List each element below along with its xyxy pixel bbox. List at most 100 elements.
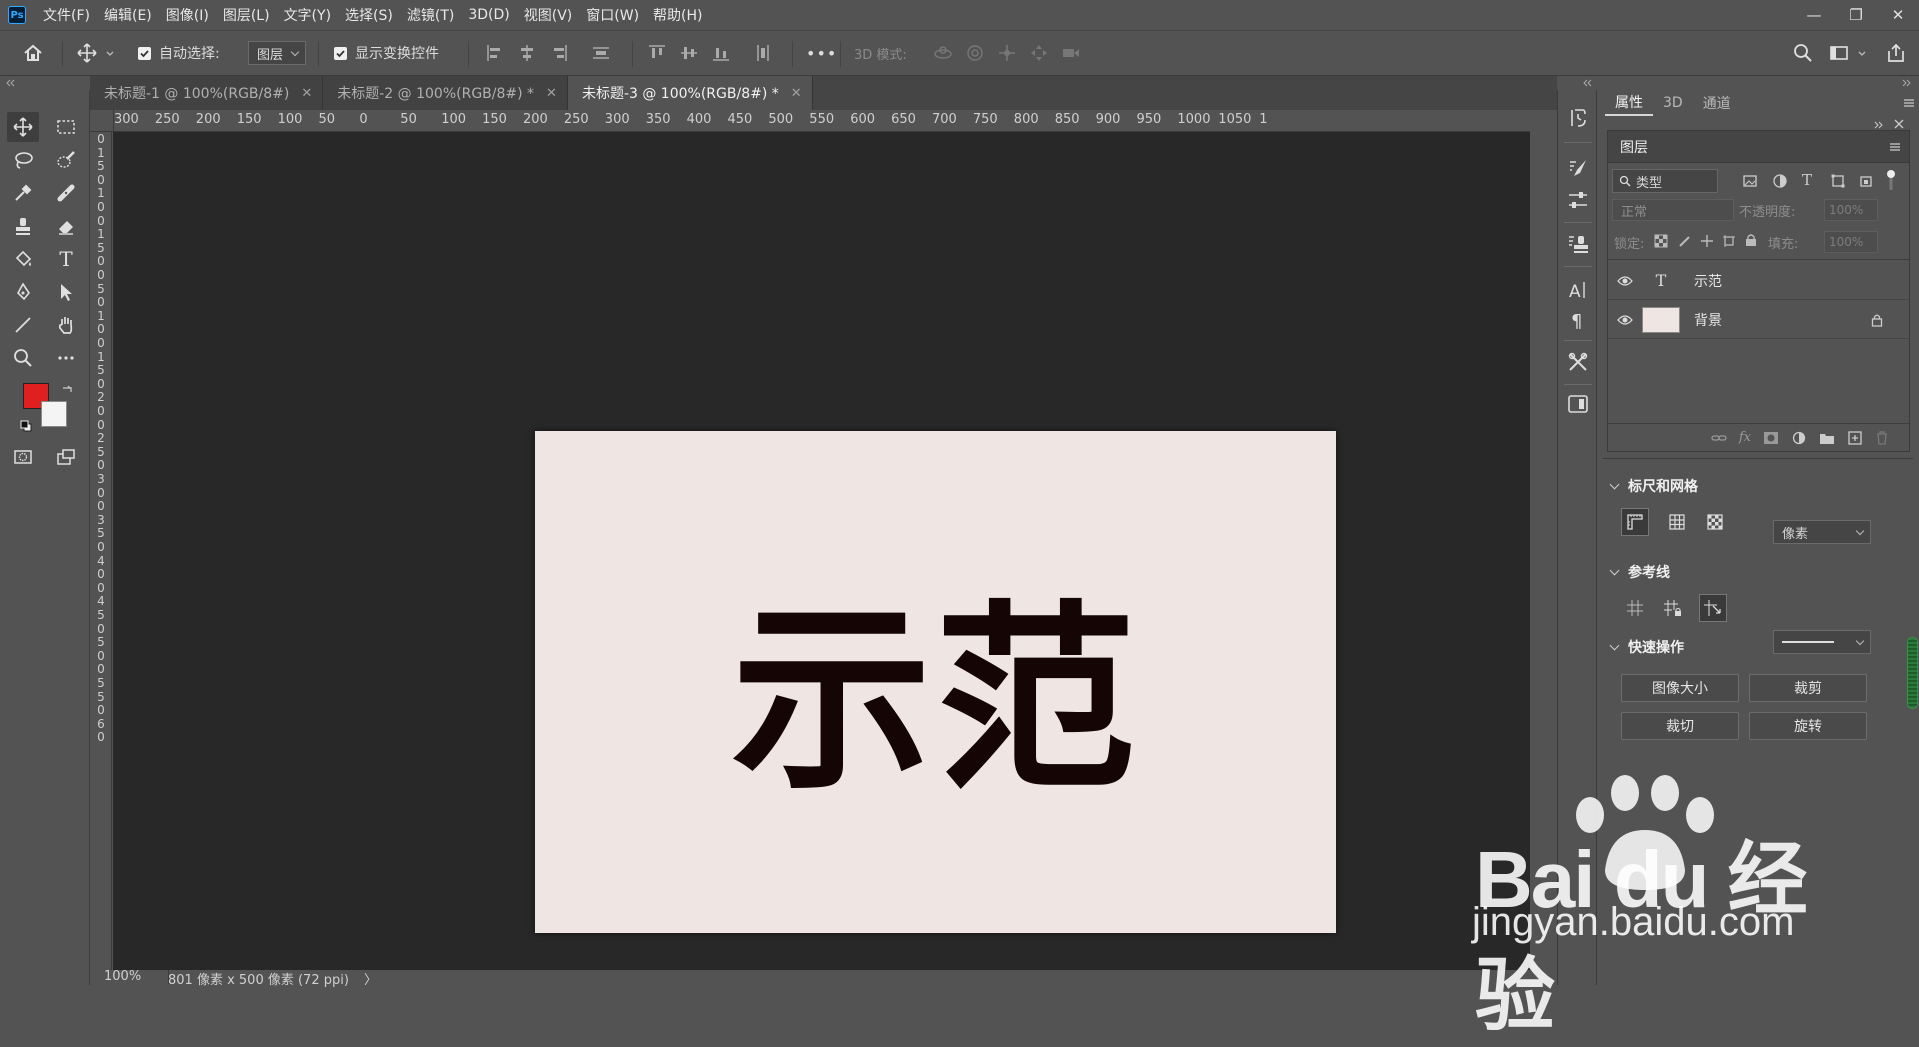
layer-row-background[interactable]: 背景 bbox=[1608, 301, 1909, 339]
menu-layer[interactable]: 图层(L) bbox=[216, 5, 277, 25]
menu-type[interactable]: 文字(Y) bbox=[277, 5, 338, 25]
filter-adjustment-icon[interactable] bbox=[1772, 173, 1788, 189]
hand-tool[interactable] bbox=[50, 310, 82, 340]
horizontal-ruler[interactable]: 300 250 200 150 100 50 0 50 100 150 200 250 300 350 40… bbox=[114, 110, 1530, 132]
close-icon[interactable]: ✕ bbox=[546, 86, 557, 101]
rotate-button[interactable]: 旋转 bbox=[1749, 712, 1867, 740]
libraries-icon[interactable] bbox=[1566, 392, 1590, 416]
tool-presets-icon[interactable] bbox=[1566, 350, 1590, 374]
new-group-icon[interactable] bbox=[1819, 431, 1835, 445]
lock-all-icon[interactable] bbox=[1744, 233, 1758, 247]
type-tool[interactable]: T bbox=[50, 244, 82, 274]
filter-shape-icon[interactable] bbox=[1830, 173, 1846, 189]
align-left-icon[interactable] bbox=[484, 42, 506, 64]
workspace-icon[interactable] bbox=[1828, 42, 1850, 64]
paint-bucket-tool[interactable] bbox=[7, 244, 39, 274]
distribute-v-icon[interactable] bbox=[590, 42, 612, 64]
lasso-tool[interactable] bbox=[7, 145, 39, 175]
filter-toggle[interactable] bbox=[1886, 169, 1896, 191]
guide-style-dropdown[interactable] bbox=[1773, 630, 1871, 654]
clone-source-icon[interactable] bbox=[1566, 232, 1590, 256]
chevron-down-icon[interactable] bbox=[1856, 42, 1868, 64]
canvas-workspace[interactable]: 示范 bbox=[113, 132, 1530, 972]
filter-smart-object-icon[interactable] bbox=[1858, 173, 1874, 189]
toggle-rulers-button[interactable] bbox=[1621, 508, 1649, 536]
visibility-eye-icon[interactable] bbox=[1608, 275, 1642, 287]
blend-mode-dropdown[interactable]: 正常 bbox=[1612, 199, 1734, 221]
brush-settings-icon[interactable] bbox=[1566, 156, 1590, 180]
camera-3d-icon[interactable] bbox=[1060, 42, 1082, 64]
eyedropper-tool[interactable] bbox=[7, 178, 39, 208]
adjustment-presets-icon[interactable] bbox=[1566, 188, 1590, 212]
adjustment-layer-icon[interactable] bbox=[1791, 431, 1807, 445]
background-color-swatch[interactable] bbox=[41, 401, 67, 427]
toggle-grid-button[interactable] bbox=[1663, 508, 1691, 536]
tab-untitled-2[interactable]: 未标题-2 @ 100%(RGB/8#) * ✕ bbox=[323, 76, 568, 110]
menu-view[interactable]: 视图(V) bbox=[517, 5, 580, 25]
align-right-icon[interactable] bbox=[548, 42, 570, 64]
chevron-down-icon[interactable] bbox=[104, 42, 116, 64]
filter-pixel-icon[interactable] bbox=[1742, 173, 1758, 189]
layer-row-text[interactable]: T 示范 bbox=[1608, 262, 1909, 300]
smart-guides-button[interactable] bbox=[1699, 594, 1727, 622]
show-transform-toggle[interactable]: 显示变换控件 bbox=[334, 31, 439, 75]
move-tool[interactable] bbox=[7, 112, 39, 142]
pen-tool[interactable] bbox=[7, 277, 39, 307]
menu-3d[interactable]: 3D(D) bbox=[461, 7, 516, 23]
character-panel-icon[interactable]: A bbox=[1566, 278, 1590, 302]
share-icon[interactable] bbox=[1885, 42, 1907, 64]
layer-filter-dropdown[interactable]: 类型 bbox=[1612, 169, 1718, 193]
eraser-tool[interactable] bbox=[50, 211, 82, 241]
align-top-icon[interactable] bbox=[646, 42, 668, 64]
zoom-tool[interactable] bbox=[7, 343, 39, 373]
canvas-text-layer[interactable]: 示范 bbox=[535, 431, 1336, 933]
menu-filter[interactable]: 滤镜(T) bbox=[400, 5, 461, 25]
panel-menu-icon[interactable] bbox=[1903, 98, 1915, 108]
quick-mask-tool[interactable] bbox=[7, 442, 39, 472]
close-icon[interactable]: ✕ bbox=[301, 86, 312, 101]
layer-style-fx-icon[interactable]: fx bbox=[1739, 430, 1751, 445]
auto-select-dropdown[interactable]: 图层 bbox=[248, 41, 307, 65]
toolbar-collapse[interactable] bbox=[0, 76, 90, 90]
home-icon[interactable] bbox=[22, 42, 44, 64]
link-layers-icon[interactable] bbox=[1711, 431, 1727, 445]
menu-help[interactable]: 帮助(H) bbox=[646, 5, 709, 25]
distribute-h-icon[interactable] bbox=[752, 42, 774, 64]
lock-transparent-icon[interactable] bbox=[1654, 234, 1668, 248]
auto-select-checkbox[interactable] bbox=[138, 46, 151, 60]
close-window-button[interactable]: ✕ bbox=[1877, 0, 1919, 30]
lock-position-icon[interactable] bbox=[1700, 234, 1714, 248]
align-center-h-icon[interactable] bbox=[516, 42, 538, 64]
ruler-unit-dropdown[interactable]: 像素 bbox=[1773, 520, 1871, 544]
orbit-3d-icon[interactable] bbox=[932, 42, 954, 64]
tab-untitled-3[interactable]: 未标题-3 @ 100%(RGB/8#) * ✕ bbox=[567, 76, 813, 110]
lock-guides-button[interactable] bbox=[1659, 594, 1687, 622]
zoom-level[interactable]: 100% bbox=[104, 969, 141, 984]
delete-layer-icon[interactable] bbox=[1875, 430, 1889, 445]
opacity-input[interactable]: 100% bbox=[1824, 199, 1878, 221]
layers-menu-icon[interactable] bbox=[1889, 142, 1901, 152]
line-tool[interactable] bbox=[7, 310, 39, 340]
restore-button[interactable]: ❐ bbox=[1835, 0, 1877, 30]
add-mask-icon[interactable] bbox=[1763, 431, 1779, 445]
status-menu-arrow[interactable]: 〉 bbox=[364, 969, 377, 988]
panel-collapse[interactable] bbox=[1597, 76, 1919, 90]
close-icon[interactable]: ✕ bbox=[791, 86, 802, 101]
tab-3d[interactable]: 3D bbox=[1653, 90, 1693, 116]
path-select-tool[interactable] bbox=[50, 277, 82, 307]
menu-image[interactable]: 图像(I) bbox=[159, 5, 216, 25]
slide-3d-icon[interactable] bbox=[1028, 42, 1050, 64]
pan-3d-icon[interactable] bbox=[996, 42, 1018, 64]
trim-button[interactable]: 裁切 bbox=[1621, 712, 1739, 740]
history-icon[interactable] bbox=[1566, 106, 1590, 130]
edit-toolbar-tool[interactable] bbox=[50, 343, 82, 373]
document-canvas[interactable]: 示范 bbox=[535, 431, 1336, 933]
section-quick-actions[interactable]: 快速操作 bbox=[1607, 635, 1684, 659]
image-size-button[interactable]: 图像大小 bbox=[1621, 674, 1739, 702]
visibility-eye-icon[interactable] bbox=[1608, 314, 1642, 326]
fill-input[interactable]: 100% bbox=[1824, 231, 1878, 253]
toggle-guides-button[interactable] bbox=[1621, 594, 1649, 622]
layers-title[interactable]: 图层 bbox=[1620, 137, 1648, 157]
section-rulers-grid[interactable]: 标尺和网格 bbox=[1607, 474, 1698, 498]
marquee-tool[interactable] bbox=[50, 112, 82, 142]
